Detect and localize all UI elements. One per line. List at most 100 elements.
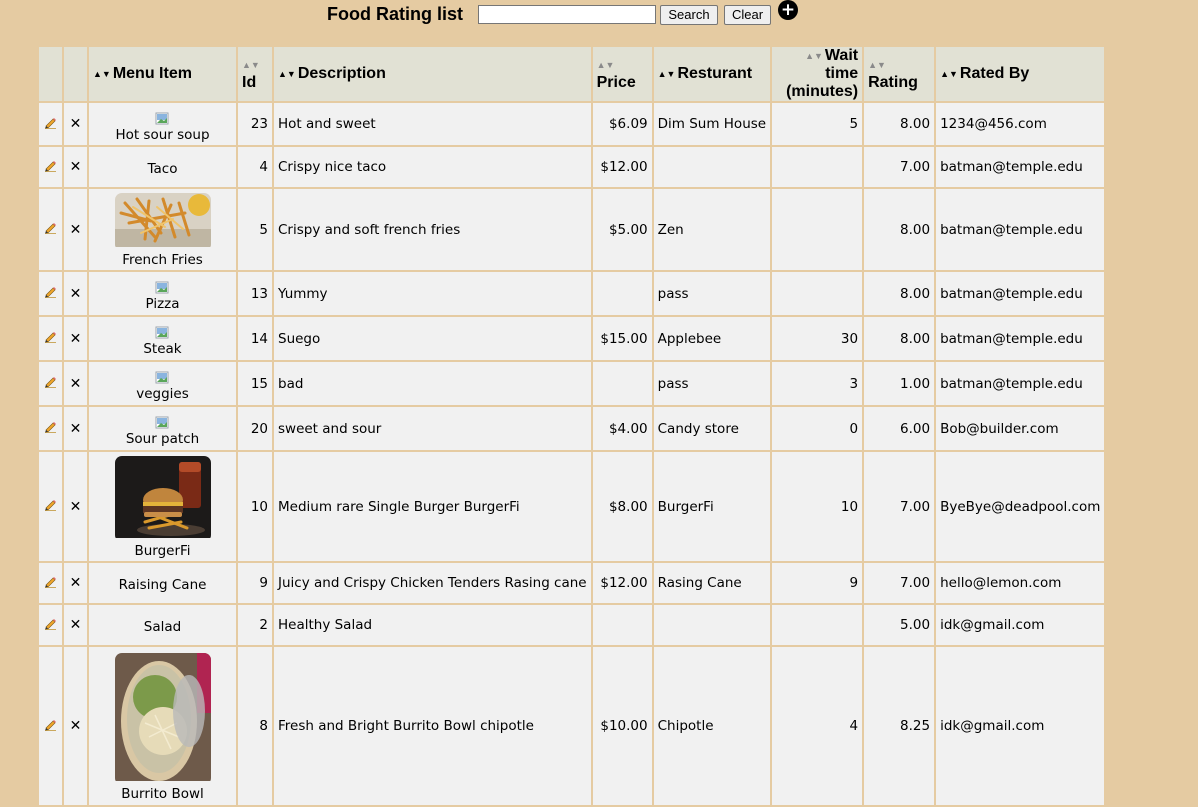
pencil-icon[interactable] — [44, 285, 57, 302]
rated-by-cell: idk@gmail.com — [934, 645, 1107, 807]
edit-cell — [37, 315, 64, 362]
price-cell: $12.00 — [590, 561, 654, 605]
table-row: ✕ veggies 15 bad pass 3 1.00 batman@temple.edu — [37, 360, 1107, 407]
description-cell: Hot and sweet — [272, 101, 593, 147]
description-cell: Crispy and soft french fries — [272, 187, 593, 272]
table-row: ✕ Burrito Bowl 8 Fresh and Bright Burrito B… — [37, 645, 1107, 807]
edit-cell — [37, 187, 64, 272]
pencil-icon[interactable] — [44, 375, 57, 392]
description-cell: Fresh and Bright Burrito Bowl chipotle — [272, 645, 593, 807]
menu-item-column-header[interactable]: ▲▼ Menu Item — [87, 45, 238, 103]
sort-arrows-icon: ▲▼ — [242, 60, 260, 70]
menu-item-cell: BurgerFi — [87, 450, 238, 563]
rating-cell: 1.00 — [862, 360, 937, 407]
menu-item-name: veggies — [136, 386, 189, 402]
food-photo — [114, 193, 211, 251]
wait-time-cell: 0 — [770, 405, 865, 452]
pencil-icon[interactable] — [44, 575, 57, 592]
wait-time-column-header[interactable]: ▲▼ Wait time (minutes) — [770, 45, 865, 103]
add-item-button[interactable]: + — [778, 0, 798, 20]
pencil-icon[interactable] — [44, 420, 57, 437]
restaurant-cell: Zen — [651, 187, 773, 272]
rating-cell: 8.00 — [862, 101, 937, 147]
pencil-icon[interactable] — [44, 498, 57, 515]
edit-cell — [37, 450, 64, 563]
pencil-icon[interactable] — [44, 330, 57, 347]
delete-icon[interactable]: ✕ — [70, 286, 82, 302]
description-cell: Crispy nice taco — [272, 145, 593, 189]
menu-item-name: Pizza — [145, 296, 180, 312]
delete-icon[interactable]: ✕ — [70, 575, 82, 591]
description-cell: Suego — [272, 315, 593, 362]
delete-icon[interactable]: ✕ — [70, 159, 82, 175]
restaurant-column-header[interactable]: ▲▼ Resturant — [651, 45, 773, 103]
price-cell — [590, 360, 654, 407]
delete-icon[interactable]: ✕ — [70, 376, 82, 392]
price-column-header[interactable]: ▲▼Price — [590, 45, 654, 103]
toolbar: Food Rating list Search Clear + — [0, 0, 1198, 44]
delete-cell: ✕ — [62, 645, 89, 807]
description-cell: Yummy — [272, 270, 593, 317]
table-row: ✕ Taco 4 Crispy nice taco $12.00 7.00 batman@t… — [37, 145, 1107, 189]
menu-item-name: Burrito Bowl — [121, 785, 204, 802]
description-cell: Healthy Salad — [272, 603, 593, 647]
rating-column-header[interactable]: ▲▼Rating — [862, 45, 937, 103]
wait-time-cell — [770, 270, 865, 317]
sort-arrows-icon: ▲▼ — [805, 51, 823, 61]
menu-item-name: Hot sour soup — [115, 126, 210, 143]
table-row: ✕ French Fries 5 Crispy and soft french fri… — [37, 187, 1107, 272]
search-button[interactable]: Search — [660, 5, 718, 25]
pencil-icon[interactable] — [44, 116, 57, 133]
wait-time-cell — [770, 603, 865, 647]
rating-cell: 6.00 — [862, 405, 937, 452]
id-cell: 14 — [236, 315, 274, 362]
search-input[interactable] — [478, 5, 656, 24]
broken-image-icon — [155, 324, 171, 340]
delete-icon[interactable]: ✕ — [70, 116, 82, 132]
menu-item-cell: Steak — [87, 315, 238, 362]
price-cell: $4.00 — [590, 405, 654, 452]
pencil-icon[interactable] — [44, 159, 57, 176]
broken-image-icon — [155, 414, 171, 430]
delete-icon[interactable]: ✕ — [70, 331, 82, 347]
sort-arrows-icon: ▲▼ — [657, 69, 676, 79]
pencil-icon[interactable] — [44, 617, 57, 634]
delete-icon[interactable]: ✕ — [70, 421, 82, 437]
edit-cell — [37, 561, 64, 605]
food-rating-table-container: ▲▼ Menu Item ▲▼Id ▲▼ Description ▲▼Price ▲… — [37, 45, 1107, 807]
description-cell: Juicy and Crispy Chicken Tenders Rasing … — [272, 561, 593, 605]
id-cell: 8 — [236, 645, 274, 807]
id-column-header[interactable]: ▲▼Id — [236, 45, 274, 103]
description-column-header[interactable]: ▲▼ Description — [272, 45, 593, 103]
delete-icon[interactable]: ✕ — [70, 222, 82, 238]
wait-time-cell — [770, 187, 865, 272]
menu-item-name: French Fries — [122, 252, 203, 268]
id-cell: 10 — [236, 450, 274, 563]
pencil-icon[interactable] — [44, 718, 57, 735]
table-row: ✕ Sour patch 20 sweet and sour $4.00 Candy st… — [37, 405, 1107, 452]
delete-icon[interactable]: ✕ — [70, 718, 82, 734]
clear-button[interactable]: Clear — [724, 5, 771, 25]
food-rating-table: ▲▼ Menu Item ▲▼Id ▲▼ Description ▲▼Price ▲… — [37, 45, 1107, 807]
rating-cell: 5.00 — [862, 603, 937, 647]
id-cell: 20 — [236, 405, 274, 452]
price-cell: $6.09 — [590, 101, 654, 147]
restaurant-cell — [651, 145, 773, 189]
menu-item-cell: Hot sour soup — [87, 101, 238, 147]
delete-column-header — [62, 45, 89, 103]
wait-time-cell: 5 — [770, 101, 865, 147]
table-row: ✕ Salad 2 Healthy Salad 5.00 idk@gmail.com — [37, 603, 1107, 647]
table-header-row: ▲▼ Menu Item ▲▼Id ▲▼ Description ▲▼Price ▲… — [37, 45, 1107, 103]
table-row: ✕ Hot sour soup 23 Hot and sweet $6.09 Dim Su… — [37, 101, 1107, 147]
delete-icon[interactable]: ✕ — [70, 499, 82, 515]
id-cell: 15 — [236, 360, 274, 407]
menu-item-name: Steak — [143, 341, 182, 357]
pencil-icon[interactable] — [44, 221, 57, 238]
restaurant-cell: Candy store — [651, 405, 773, 452]
sort-arrows-icon: ▲▼ — [278, 69, 296, 79]
menu-item-cell: Pizza — [87, 270, 238, 317]
delete-icon[interactable]: ✕ — [70, 617, 82, 633]
price-cell — [590, 270, 654, 317]
menu-item-cell: French Fries — [87, 187, 238, 272]
rated-by-column-header[interactable]: ▲▼ Rated By — [934, 45, 1107, 103]
